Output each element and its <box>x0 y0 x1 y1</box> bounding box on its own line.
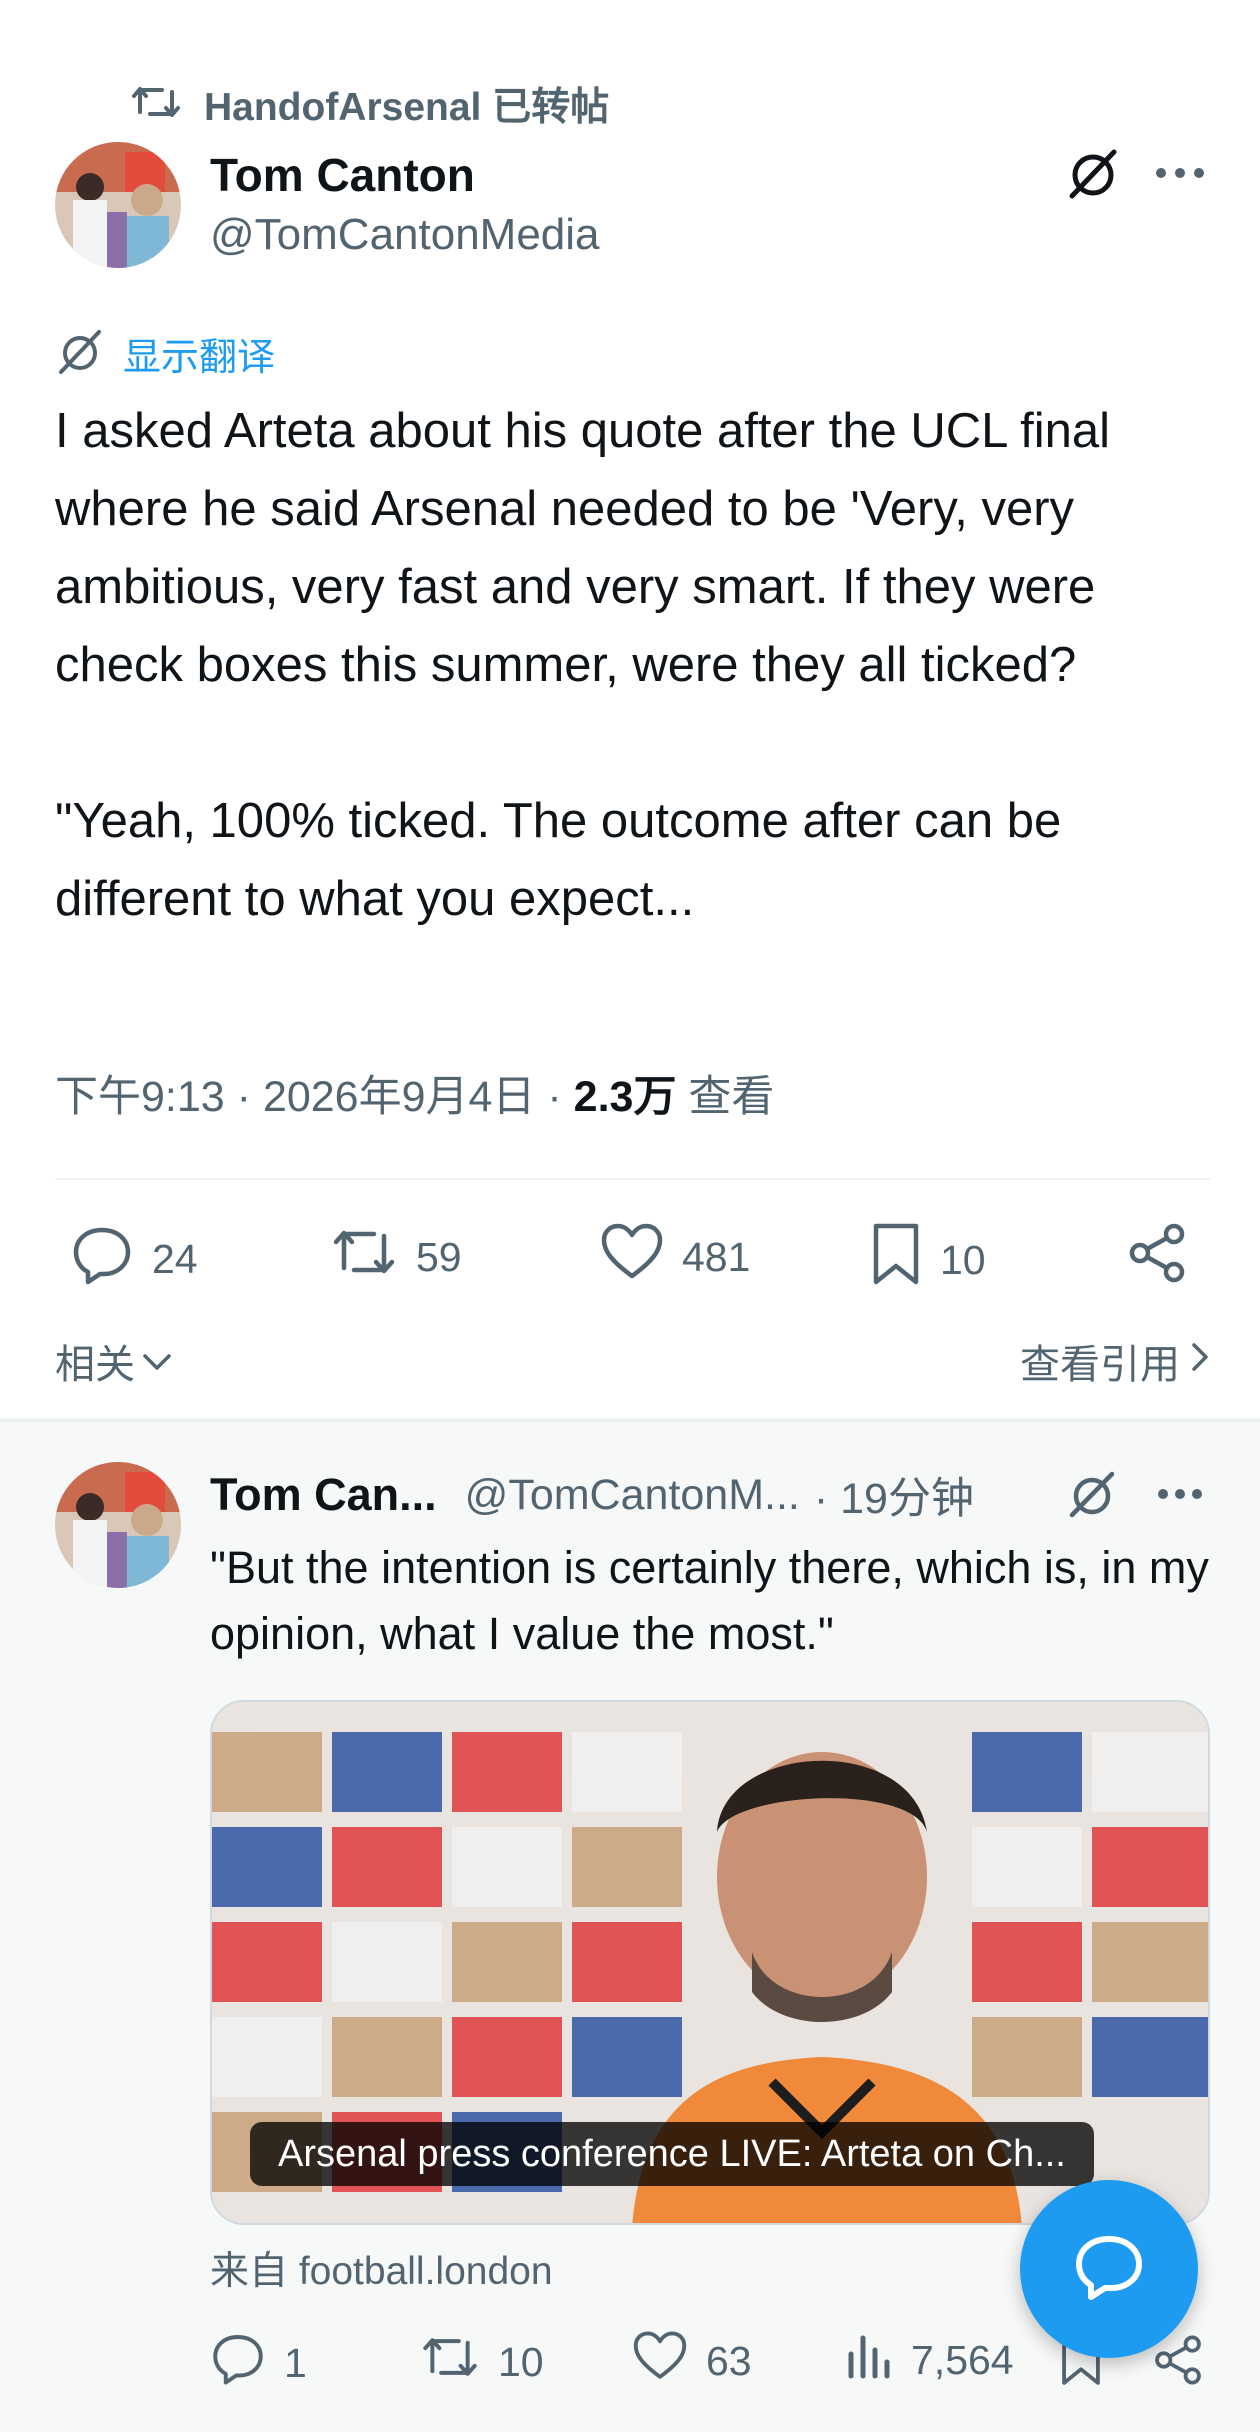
views-label[interactable]: 查看 <box>688 1073 774 1121</box>
translate-label: 显示翻译 <box>123 337 276 379</box>
chevron-down-icon <box>141 1339 173 1384</box>
views-bar-chart-icon <box>845 2330 893 2390</box>
author-name[interactable]: Tom Canton <box>210 148 475 202</box>
bookmark-icon <box>870 1222 922 1298</box>
reply-views-button[interactable]: 7,564 <box>845 2330 1014 2390</box>
reply-author-handle[interactable]: @TomCantonM... <box>465 1471 800 1520</box>
card-title: Arsenal press conference LIVE: Arteta on… <box>250 2122 1094 2186</box>
heart-icon <box>632 2330 688 2392</box>
views-count: 2.3万 <box>573 1073 677 1121</box>
reply-like-button[interactable]: 63 <box>632 2330 752 2392</box>
repost-indicator[interactable]: HandofArsenal 已转帖 <box>130 76 609 132</box>
view-quotes-label: 查看引用 <box>1020 1343 1180 1387</box>
translate-button[interactable]: 显示翻译 <box>55 326 275 381</box>
like-button[interactable]: 481 <box>600 1222 750 1292</box>
author-avatar[interactable] <box>55 142 181 268</box>
reply-author-name[interactable]: Tom Can... <box>210 1469 437 1521</box>
repost-icon <box>420 2330 480 2394</box>
author-handle[interactable]: @TomCantonMedia <box>210 210 600 260</box>
reply-author-avatar[interactable] <box>55 1462 181 1588</box>
repost-label: HandofArsenal 已转帖 <box>204 86 610 129</box>
divider <box>55 1178 1210 1180</box>
chevron-right-icon <box>1190 1339 1210 1384</box>
bookmark-count: 10 <box>940 1236 986 1283</box>
chat-bubble-icon <box>1073 2233 1145 2306</box>
tweet-time: 下午9:13 <box>55 1073 225 1121</box>
reply-repost-count: 10 <box>498 2338 544 2385</box>
share-icon <box>1126 1222 1188 1289</box>
like-count: 481 <box>682 1233 751 1280</box>
share-button[interactable] <box>1124 1222 1190 1288</box>
translate-icon <box>55 326 105 381</box>
tweet-text: I asked Arteta about his quote after the… <box>55 404 1111 926</box>
reply-icon <box>210 2330 266 2396</box>
heart-icon <box>600 1222 664 1292</box>
reply-header[interactable]: Tom Can... @TomCantonM... · 19分钟 <box>210 1464 974 1526</box>
reply-button[interactable]: 24 <box>70 1222 198 1296</box>
reply-time: · 19分钟 <box>813 1475 974 1523</box>
tweet-meta: 下午9:13 · 2026年9月4日 · 2.3万 查看 <box>55 1073 775 1121</box>
repost-count: 59 <box>416 1233 462 1280</box>
repost-icon <box>130 82 182 127</box>
repost-icon <box>330 1222 398 1292</box>
reply-reply-button[interactable]: 1 <box>210 2330 307 2396</box>
reply-icon <box>70 1222 134 1296</box>
reply-text: "But the intention is certainly there, w… <box>210 1542 1209 1659</box>
view-quotes-link[interactable]: 查看引用 <box>1020 1332 1210 1390</box>
reply-reply-count: 1 <box>284 2339 307 2386</box>
more-options-icon[interactable] <box>1150 150 1210 196</box>
reply-views-count: 7,564 <box>911 2336 1014 2383</box>
bookmark-button[interactable]: 10 <box>870 1222 986 1298</box>
grok-icon[interactable] <box>1062 142 1124 204</box>
tweet-date: 2026年9月4日 <box>262 1073 536 1121</box>
repost-button[interactable]: 59 <box>330 1222 462 1292</box>
related-label: 相关 <box>55 1343 135 1387</box>
card-source[interactable]: 来自 football.london <box>210 2240 553 2296</box>
compose-reply-fab[interactable] <box>1020 2180 1198 2358</box>
grok-icon[interactable] <box>1064 1466 1120 1522</box>
reply-repost-button[interactable]: 10 <box>420 2330 544 2394</box>
related-toggle[interactable]: 相关 <box>55 1332 173 1390</box>
reply-like-count: 63 <box>706 2337 752 2384</box>
reply-more-options-icon[interactable] <box>1152 1474 1208 1514</box>
reply-count: 24 <box>152 1235 198 1282</box>
